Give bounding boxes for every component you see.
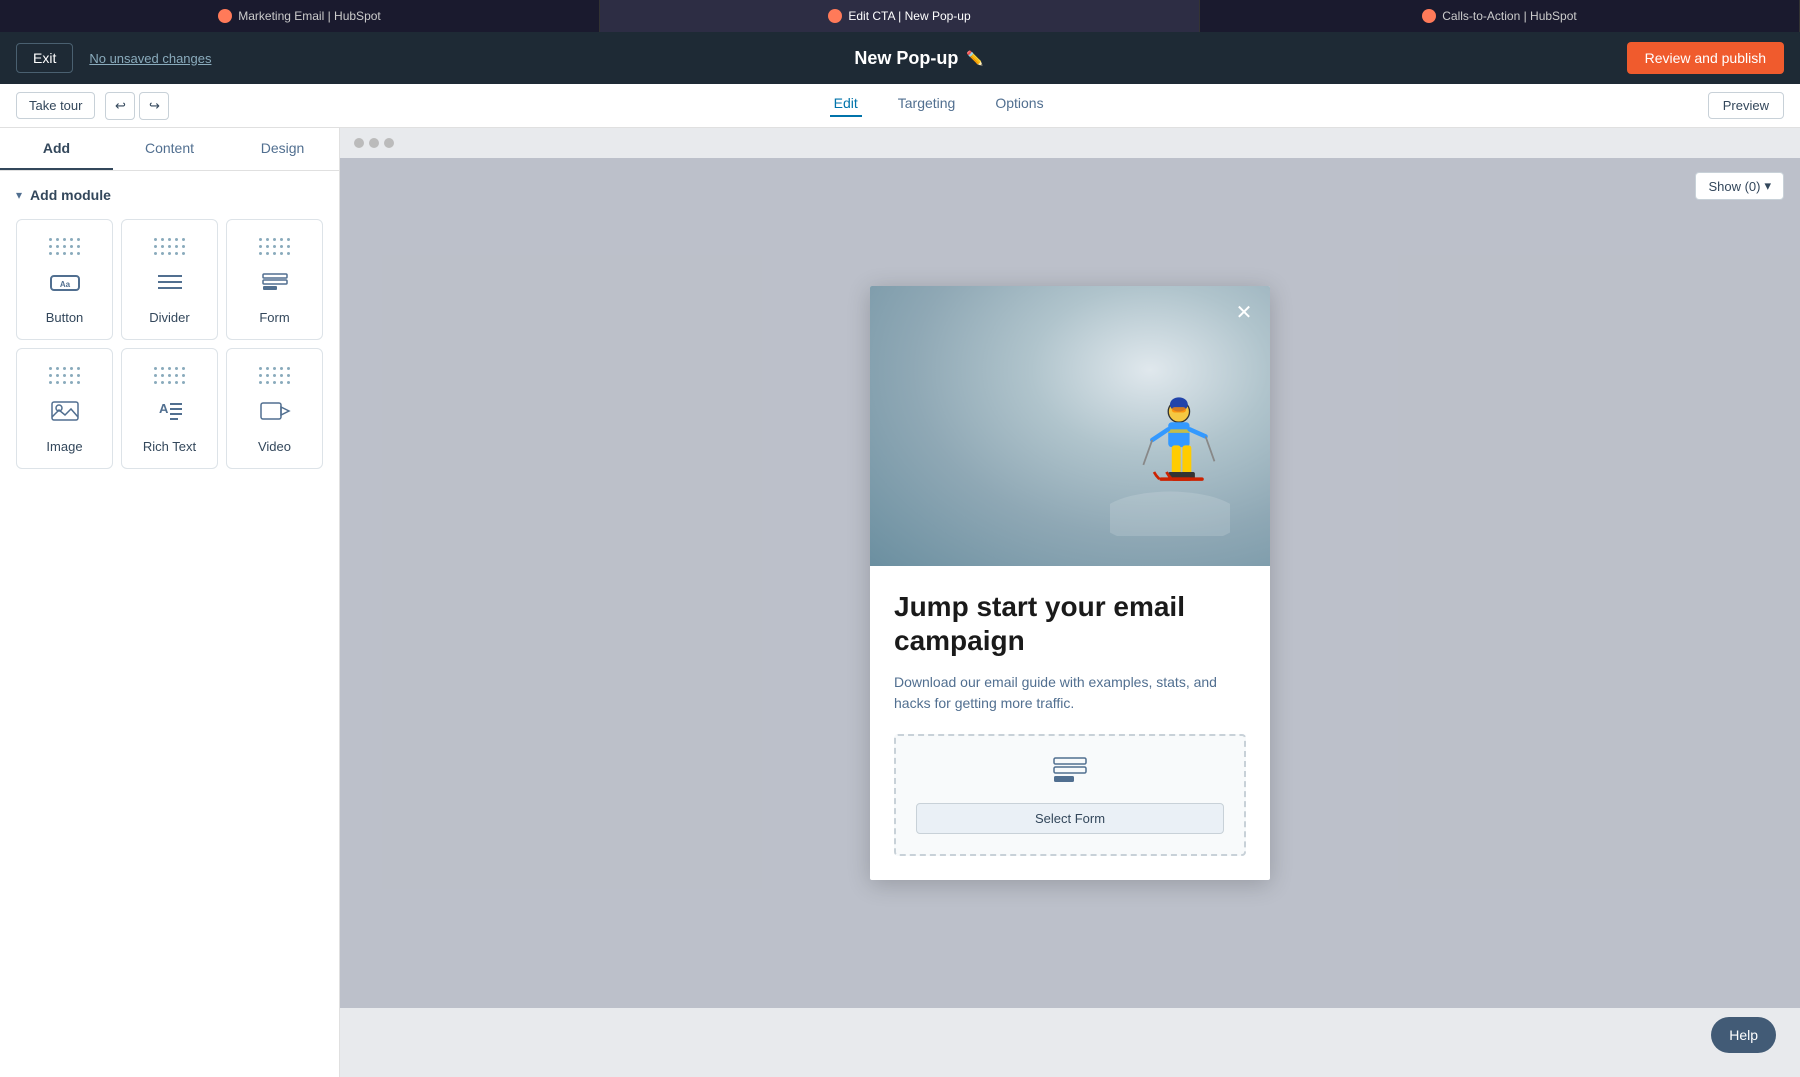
help-button[interactable]: Help: [1711, 1017, 1776, 1053]
popup-modal: ✕ Jump start your email campaign Downloa…: [870, 286, 1270, 879]
richtext-module-icon: A: [154, 399, 186, 429]
popup-image: ✕: [870, 286, 1270, 566]
canvas-dot-2: [369, 138, 379, 148]
panel-tab-content[interactable]: Content: [113, 128, 226, 170]
browser-tab-label-0: Marketing Email | HubSpot: [238, 9, 381, 23]
drag-handle-video: [259, 367, 291, 385]
module-label-divider: Divider: [149, 310, 189, 325]
module-item-image[interactable]: Image: [16, 348, 113, 469]
top-nav: Exit No unsaved changes New Pop-up ✏️ Re…: [0, 32, 1800, 84]
module-item-form[interactable]: Form: [226, 219, 323, 340]
review-publish-button[interactable]: Review and publish: [1627, 42, 1784, 74]
module-item-richtext[interactable]: A Rich Text: [121, 348, 218, 469]
module-label-image: Image: [46, 439, 82, 454]
popup-content: Jump start your email campaign Download …: [870, 566, 1270, 879]
unsaved-changes-link[interactable]: No unsaved changes: [89, 51, 211, 66]
hubspot-logo-0: [218, 9, 232, 23]
browser-tab-label-2: Calls-to-Action | HubSpot: [1442, 9, 1577, 23]
form-module-icon: [259, 270, 291, 300]
popup-description: Download our email guide with examples, …: [894, 672, 1246, 714]
form-placeholder-icon: [1052, 756, 1088, 791]
undo-button[interactable]: ↩: [105, 92, 135, 120]
main-layout: Add Content Design ▾ Add module: [0, 128, 1800, 1077]
exit-button[interactable]: Exit: [16, 43, 73, 73]
undo-redo-group: ↩ ↪: [105, 92, 169, 120]
panel-tab-design[interactable]: Design: [226, 128, 339, 170]
toolbar-tabs: Edit Targeting Options: [169, 95, 1707, 117]
browser-tab-label-1: Edit CTA | New Pop-up: [848, 9, 970, 23]
panel-tabs: Add Content Design: [0, 128, 339, 171]
form-placeholder[interactable]: Select Form: [894, 734, 1246, 856]
left-panel: Add Content Design ▾ Add module: [0, 128, 340, 1077]
tab-targeting[interactable]: Targeting: [894, 95, 960, 117]
page-title-area: New Pop-up ✏️: [212, 48, 1627, 69]
chevron-down-icon: ▾: [16, 188, 22, 202]
show-button-label: Show (0): [1708, 179, 1760, 194]
popup-close-button[interactable]: ✕: [1230, 298, 1258, 326]
module-label-video: Video: [258, 439, 291, 454]
popup-title: Jump start your email campaign: [894, 590, 1246, 657]
canvas-dot-1: [354, 138, 364, 148]
panel-tab-add[interactable]: Add: [0, 128, 113, 170]
tab-options[interactable]: Options: [991, 95, 1047, 117]
take-tour-button[interactable]: Take tour: [16, 92, 95, 119]
button-module-icon: Aa: [49, 270, 81, 300]
edit-pencil-icon[interactable]: ✏️: [966, 50, 983, 67]
module-item-button[interactable]: Aa Button: [16, 219, 113, 340]
drag-handle-richtext: [154, 367, 186, 385]
tab-edit[interactable]: Edit: [830, 95, 862, 117]
module-grid: Aa Button: [16, 219, 323, 469]
drag-handle-image: [49, 367, 81, 385]
canvas-area: Show (0) ▾: [340, 128, 1800, 1077]
canvas-dots: [340, 128, 1800, 158]
canvas-dot-3: [384, 138, 394, 148]
page-title: New Pop-up: [854, 48, 958, 69]
drag-handle-form: [259, 238, 291, 256]
popup-backdrop: ✕ Jump start your email campaign Downloa…: [340, 158, 1800, 1008]
svg-text:Aa: Aa: [59, 280, 70, 289]
hubspot-logo-1: [828, 9, 842, 23]
add-module-header[interactable]: ▾ Add module: [16, 187, 323, 203]
browser-tabs: Marketing Email | HubSpot Edit CTA | New…: [0, 0, 1800, 32]
divider-module-icon: [154, 270, 186, 300]
image-module-icon: [49, 399, 81, 429]
show-chevron-icon: ▾: [1764, 178, 1771, 194]
show-button[interactable]: Show (0) ▾: [1695, 172, 1784, 200]
drag-handle-divider: [154, 238, 186, 256]
browser-tab-2[interactable]: Calls-to-Action | HubSpot: [1200, 0, 1800, 32]
video-module-icon: [259, 399, 291, 429]
module-label-form: Form: [259, 310, 289, 325]
preview-button[interactable]: Preview: [1708, 92, 1784, 119]
hubspot-logo-2: [1422, 9, 1436, 23]
module-label-button: Button: [46, 310, 84, 325]
canvas-content: Show (0) ▾: [340, 158, 1800, 1008]
svg-text:A: A: [159, 401, 169, 416]
module-item-video[interactable]: Video: [226, 348, 323, 469]
drag-handle-button: [49, 238, 81, 256]
module-item-divider[interactable]: Divider: [121, 219, 218, 340]
module-label-richtext: Rich Text: [143, 439, 196, 454]
add-module-section: ▾ Add module Aa: [0, 171, 339, 485]
browser-tab-1[interactable]: Edit CTA | New Pop-up: [600, 0, 1200, 32]
redo-button[interactable]: ↪: [139, 92, 169, 120]
skier-illustration: [1110, 376, 1230, 536]
add-module-title: Add module: [30, 187, 111, 203]
select-form-button[interactable]: Select Form: [916, 803, 1224, 834]
secondary-toolbar: Take tour ↩ ↪ Edit Targeting Options Pre…: [0, 84, 1800, 128]
browser-tab-0[interactable]: Marketing Email | HubSpot: [0, 0, 600, 32]
